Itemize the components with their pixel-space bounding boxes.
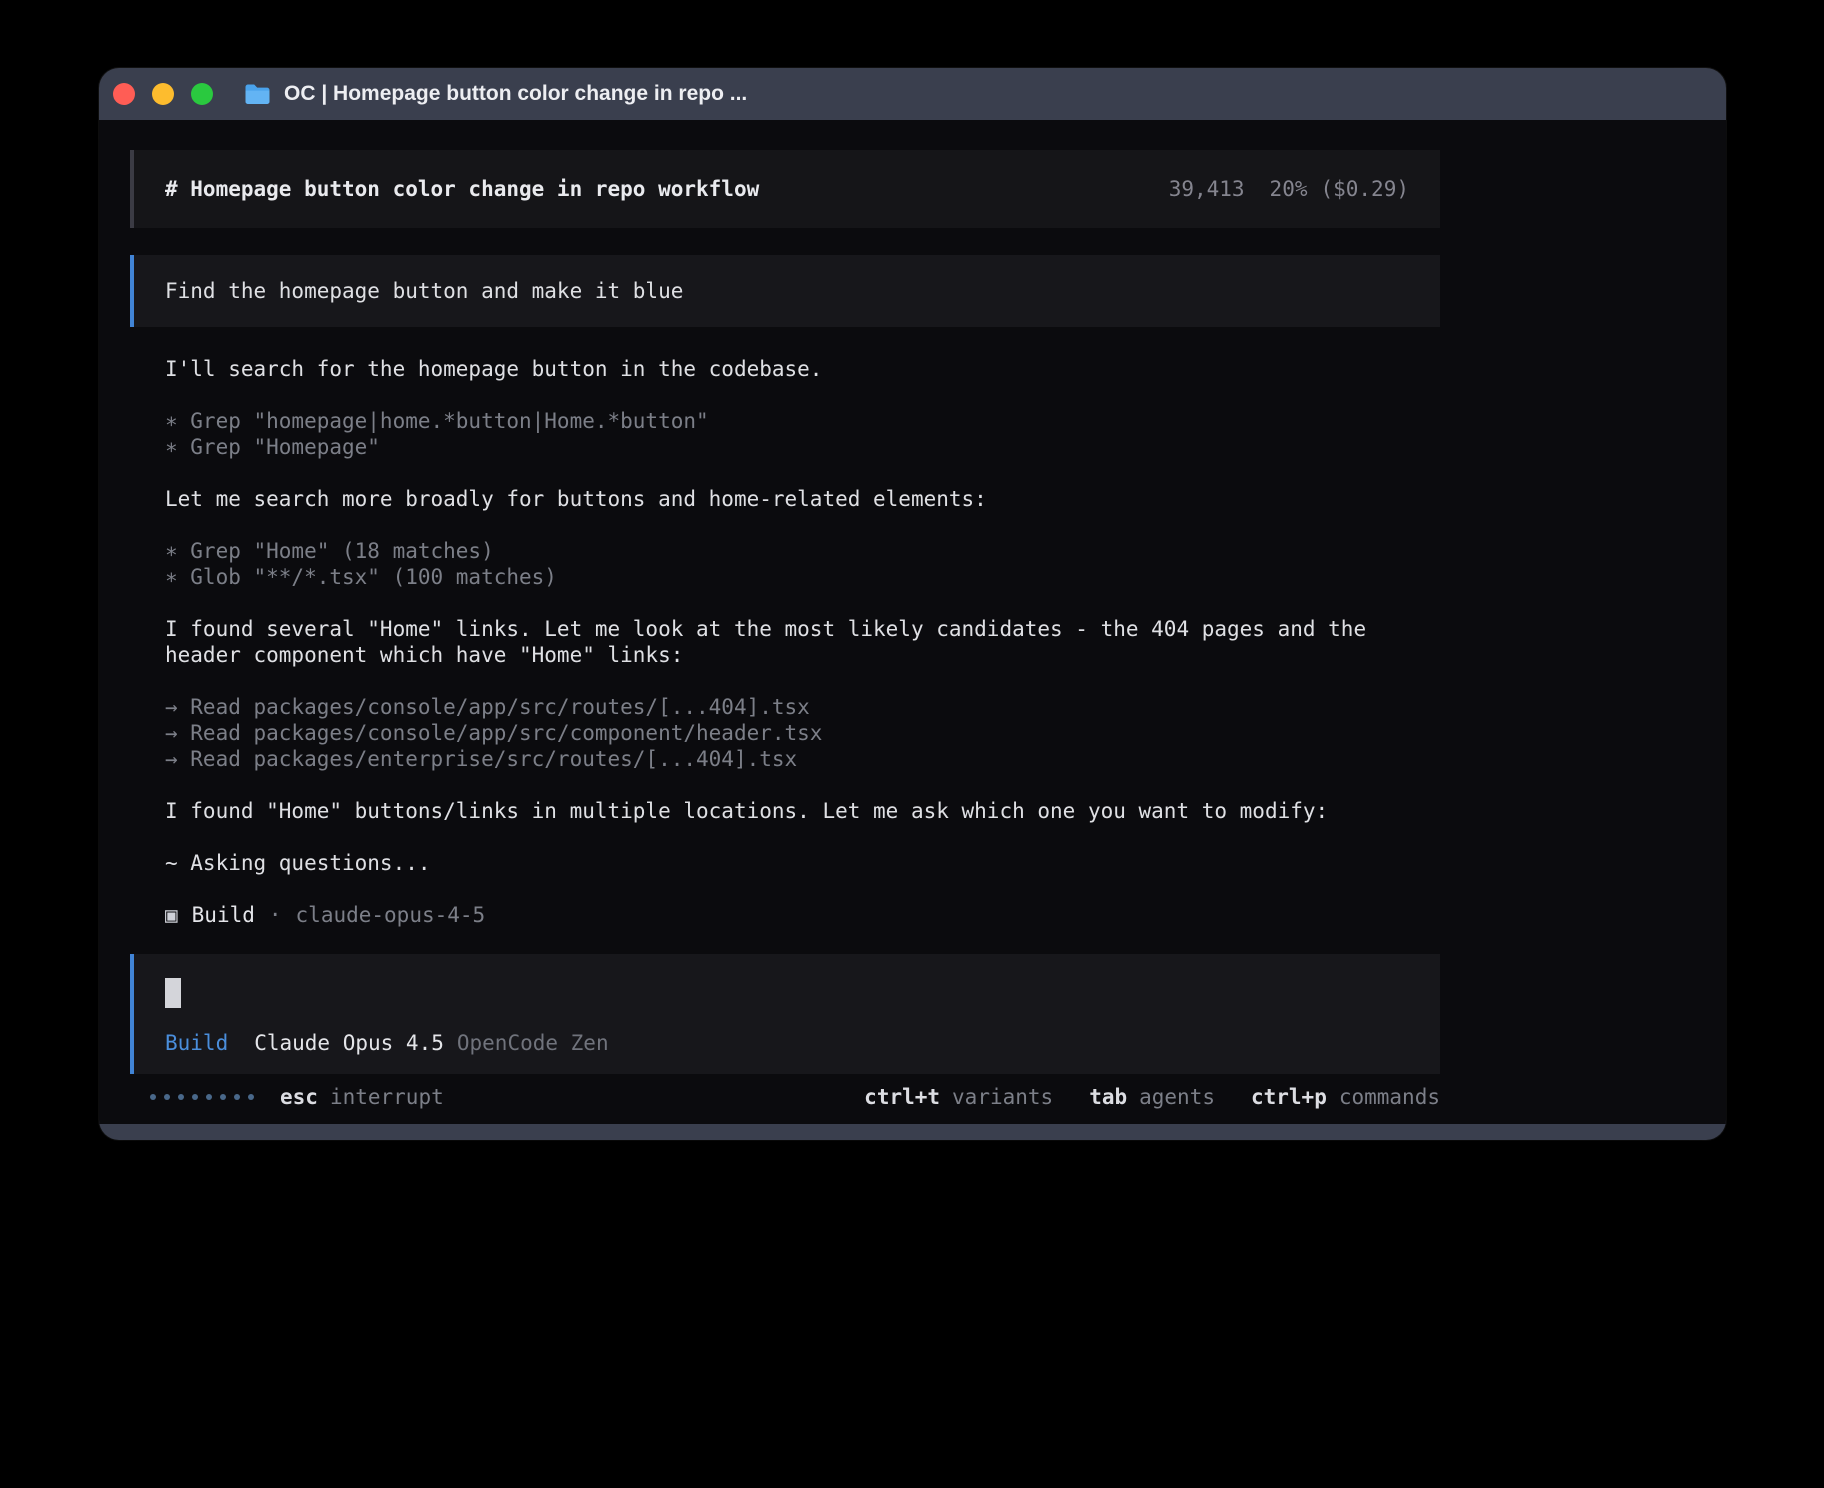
agents-hint: tab agents <box>1089 1084 1215 1110</box>
variants-label: variants <box>952 1084 1053 1110</box>
window-title: OC | Homepage button color change in rep… <box>284 82 747 106</box>
agent-name: Build <box>192 902 255 928</box>
titlebar[interactable]: OC | Homepage button color change in rep… <box>99 68 1726 120</box>
agent-model: claude-opus-4-5 <box>296 902 486 928</box>
commands-label: commands <box>1339 1084 1440 1110</box>
tool-call-grep: ∗ Grep "Homepage" <box>165 434 1440 460</box>
tool-call-read: → Read packages/console/app/src/componen… <box>165 720 1440 746</box>
tool-call-grep: ∗ Grep "Home" (18 matches) <box>165 538 1440 564</box>
tool-call-group: → Read packages/console/app/src/routes/[… <box>165 694 1440 772</box>
agent-icon: ▣ <box>165 902 178 928</box>
ctrl-t-key-label: ctrl+t <box>864 1084 940 1110</box>
assistant-message: I'll search for the homepage button in t… <box>165 356 1440 382</box>
assistant-text: I found "Home" buttons/links in multiple… <box>165 799 1328 823</box>
status-text: ~ Asking questions... <box>165 851 431 875</box>
agent-separator: · <box>269 902 282 928</box>
tool-call-read: → Read packages/console/app/src/routes/[… <box>165 694 1440 720</box>
session-header: # Homepage button color change in repo w… <box>130 150 1440 228</box>
input-meta: Build Claude Opus 4.5 OpenCode Zen <box>165 1030 1409 1056</box>
shortcut-hints: ctrl+t variants tab agents ctrl+p comman… <box>864 1084 1440 1110</box>
session-title: # Homepage button color change in repo w… <box>165 176 759 202</box>
session-cost: ($0.29) <box>1320 176 1409 202</box>
model-label[interactable]: Claude Opus 4.5 <box>254 1030 444 1056</box>
assistant-message: Let me search more broadly for buttons a… <box>165 486 1440 512</box>
agents-label: agents <box>1139 1084 1215 1110</box>
terminal-content: # Homepage button color change in repo w… <box>99 120 1726 1124</box>
tool-call-group: ∗ Grep "homepage|home.*button|Home.*butt… <box>165 408 1440 460</box>
esc-key-label: esc <box>280 1084 318 1110</box>
tool-call-glob: ∗ Glob "**/*.tsx" (100 matches) <box>165 564 1440 590</box>
folder-icon <box>244 83 271 105</box>
window-bottom-edge <box>99 1124 1726 1140</box>
user-message-block: Find the homepage button and make it blu… <box>130 255 1440 327</box>
assistant-message: I found several "Home" links. Let me loo… <box>165 616 1440 668</box>
agent-mode-label[interactable]: Build <box>165 1030 228 1056</box>
tool-call-read: → Read packages/enterprise/src/routes/[.… <box>165 746 1440 772</box>
interrupt-label: interrupt <box>330 1084 444 1110</box>
assistant-text: I found several "Home" links. Let me loo… <box>165 617 1366 667</box>
status-bar: esc interrupt ctrl+t variants tab agents… <box>130 1084 1440 1110</box>
status-line: ~ Asking questions... <box>165 850 1440 876</box>
prompt-input[interactable]: Build Claude Opus 4.5 OpenCode Zen <box>130 954 1440 1074</box>
text-cursor <box>165 978 181 1008</box>
assistant-text: I'll search for the homepage button in t… <box>165 357 822 381</box>
terminal-window: OC | Homepage button color change in rep… <box>99 68 1726 1140</box>
commands-hint: ctrl+p commands <box>1251 1084 1440 1110</box>
zoom-button[interactable] <box>191 83 213 105</box>
spinner-dots-icon <box>150 1094 254 1100</box>
agent-status-line: ▣ Build · claude-opus-4-5 <box>165 902 1440 928</box>
assistant-text: Let me search more broadly for buttons a… <box>165 487 987 511</box>
user-message-text: Find the homepage button and make it blu… <box>165 278 683 304</box>
traffic-lights <box>113 83 213 105</box>
interrupt-hint: esc interrupt <box>280 1084 444 1110</box>
token-count: 39,413 <box>1169 176 1245 202</box>
tab-key-label: tab <box>1089 1084 1127 1110</box>
provider-label: OpenCode Zen <box>457 1030 609 1056</box>
minimize-button[interactable] <box>152 83 174 105</box>
tool-call-group: ∗ Grep "Home" (18 matches) ∗ Glob "**/*.… <box>165 538 1440 590</box>
tool-call-grep: ∗ Grep "homepage|home.*button|Home.*butt… <box>165 408 1440 434</box>
close-button[interactable] <box>113 83 135 105</box>
window-title-area: OC | Homepage button color change in rep… <box>244 68 747 120</box>
assistant-message: I found "Home" buttons/links in multiple… <box>165 798 1440 824</box>
context-percent: 20% <box>1270 176 1308 202</box>
session-stats: 39,413 20% ($0.29) <box>1169 176 1409 202</box>
ctrl-p-key-label: ctrl+p <box>1251 1084 1327 1110</box>
variants-hint: ctrl+t variants <box>864 1084 1053 1110</box>
